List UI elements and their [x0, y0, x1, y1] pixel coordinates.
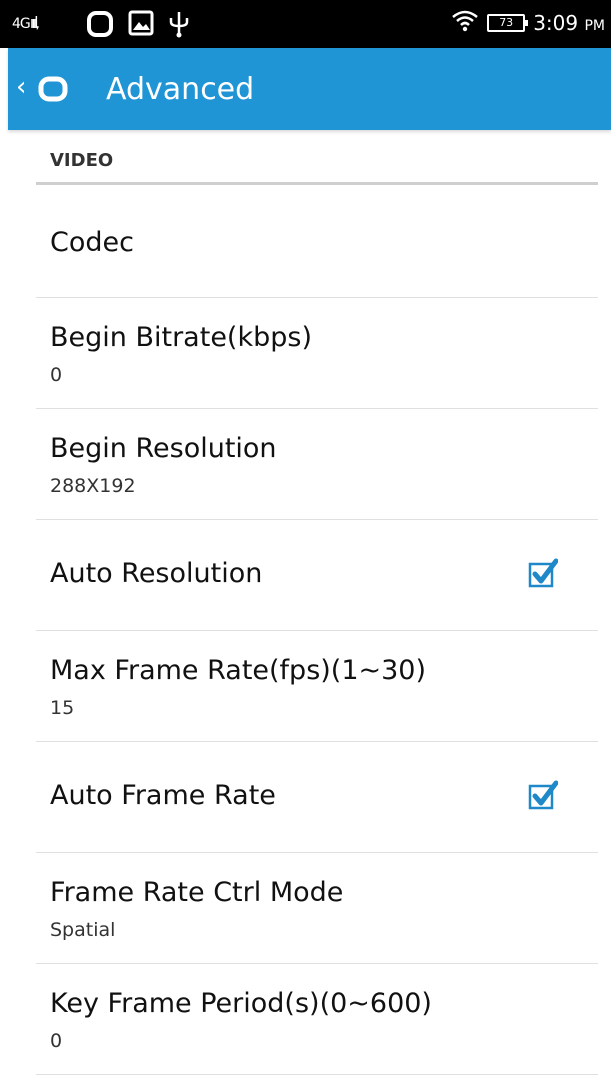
pref-max-frame-rate[interactable]: Max Frame Rate(fps)(1~30) 15: [36, 631, 598, 742]
pref-summary: 288X192: [50, 475, 136, 497]
auto-frame-rate-checkbox[interactable]: [528, 780, 559, 810]
pref-summary: Spatial: [50, 919, 116, 941]
pref-title: Auto Resolution: [50, 558, 263, 589]
wifi-icon: [451, 9, 479, 37]
pref-key-frame-period[interactable]: Key Frame Period(s)(0~600) 0: [36, 964, 598, 1075]
app-notification-icon: [86, 10, 114, 42]
pref-title: Key Frame Period(s)(0~600): [50, 988, 432, 1019]
image-notification-icon: [128, 10, 154, 40]
pref-begin-resolution[interactable]: Begin Resolution 288X192: [36, 409, 598, 520]
section-header-video: VIDEO: [50, 150, 114, 171]
pref-title: Begin Bitrate(kbps): [50, 322, 312, 353]
pref-codec[interactable]: Codec: [36, 187, 598, 298]
pref-title: Frame Rate Ctrl Mode: [50, 877, 344, 908]
page-title: Advanced: [106, 72, 255, 107]
pref-title: Auto Frame Rate: [50, 780, 276, 811]
auto-resolution-checkbox[interactable]: [528, 558, 559, 588]
pref-summary: 0: [50, 364, 63, 386]
signal-indicator: 4Gıııl,: [12, 13, 40, 32]
pref-frame-rate-ctrl-mode[interactable]: Frame Rate Ctrl Mode Spatial: [36, 853, 598, 964]
pref-auto-resolution[interactable]: Auto Resolution: [36, 520, 598, 631]
pref-auto-frame-rate[interactable]: Auto Frame Rate: [36, 742, 598, 853]
pref-summary: 15: [50, 697, 75, 719]
action-bar: ‹ Advanced: [8, 48, 611, 130]
pref-begin-bitrate[interactable]: Begin Bitrate(kbps) 0: [36, 298, 598, 409]
status-bar: 4Gıııl, 73 3:09 PM: [0, 0, 611, 48]
back-chevron-icon[interactable]: ‹: [16, 74, 26, 100]
pref-title: Max Frame Rate(fps)(1~30): [50, 655, 427, 686]
clock: 3:09 PM: [533, 11, 605, 35]
pref-title: Codec: [50, 227, 134, 258]
battery-indicator: 73: [487, 14, 529, 32]
pref-summary: 0: [50, 1030, 63, 1052]
usb-icon: [168, 10, 190, 42]
status-right: 73 3:09 PM: [451, 9, 605, 37]
app-logo-icon[interactable]: [38, 76, 68, 106]
pref-title: Begin Resolution: [50, 433, 277, 464]
section-divider: [36, 182, 598, 185]
